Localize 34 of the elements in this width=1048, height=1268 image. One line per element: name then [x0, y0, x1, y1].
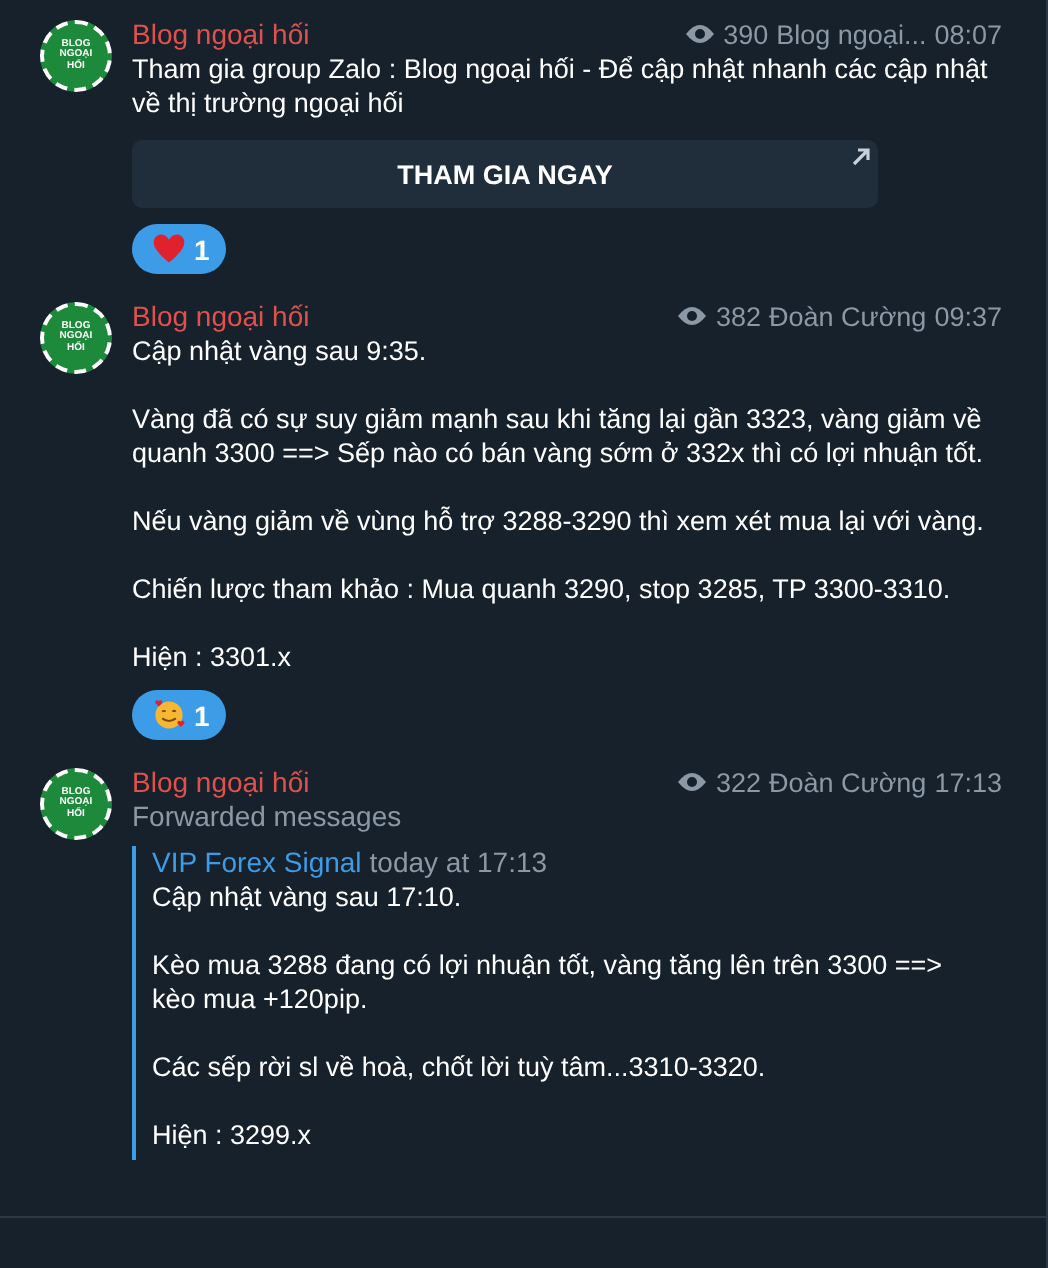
message-text: Các sếp rời sl về hoà, chốt lời tuỳ tâm...3310-3320. — [152, 1050, 768, 1084]
view-count: 390 — [723, 19, 769, 49]
views-icon — [675, 304, 708, 328]
post-signature: Đoàn Cường — [769, 301, 927, 331]
message-text: Hiện : 3301.x — [132, 640, 294, 674]
author-name[interactable]: Blog ngoại hối — [132, 300, 310, 332]
reaction-chip[interactable]: 1 — [132, 224, 226, 274]
heart-icon — [152, 232, 186, 266]
external-link-icon — [852, 148, 870, 166]
smiling-face-icon — [152, 698, 186, 732]
forwarded-label: Forwarded messages — [132, 800, 404, 834]
reaction-chip[interactable]: 1 — [132, 690, 226, 740]
author-name[interactable]: Blog ngoại hối — [132, 18, 310, 50]
message-text: Vàng đã có sự suy giảm mạnh sau khi tăng lại gần 3323, vàng giảm về quanh 3300 ==> Sếp nào có bán vàng sớm ở 332x thì có lợi nhuận tốt. — [132, 402, 985, 470]
message-time: 08:07 — [934, 19, 1002, 49]
message-text: Tham gia group Zalo : Blog ngoại hối - Để cập nhật nhanh các cập nhật về thị trường ngoại hối — [132, 52, 990, 120]
forward-date: today at 17:13 — [369, 846, 548, 880]
post-signature: Blog ngoại... — [776, 19, 927, 49]
join-button[interactable]: THAM GIA NGAY — [132, 140, 878, 208]
author-name[interactable]: Blog ngoại hối — [132, 766, 310, 798]
view-count: 322 — [715, 767, 762, 797]
message-text: Nếu vàng giảm về vùng hỗ trợ 3288-3290 thì xem xét mua lại với vàng. — [132, 504, 986, 538]
post-signature: Đoàn Cường — [769, 767, 927, 797]
message-time: 09:37 — [934, 301, 1002, 331]
message-text: Kèo mua 3288 đang có lợi nhuận tốt, vàng tăng lên trên 3300 ==> kèo mua +120pip. — [152, 948, 945, 1016]
message-text: Cập nhật vàng sau 17:10. — [152, 880, 464, 914]
views-icon — [675, 770, 708, 794]
message-time: 17:13 — [934, 767, 1002, 797]
message-text: Hiện : 3299.x — [152, 1118, 314, 1152]
message-text: Cập nhật vàng sau 9:35. — [132, 334, 429, 368]
message-text: Chiến lược tham khảo : Mua quanh 3290, stop 3285, TP 3300-3310. — [132, 572, 953, 606]
view-count: 382 — [715, 301, 762, 331]
views-icon — [683, 22, 716, 46]
forward-source[interactable]: VIP Forex Signal — [152, 846, 362, 880]
